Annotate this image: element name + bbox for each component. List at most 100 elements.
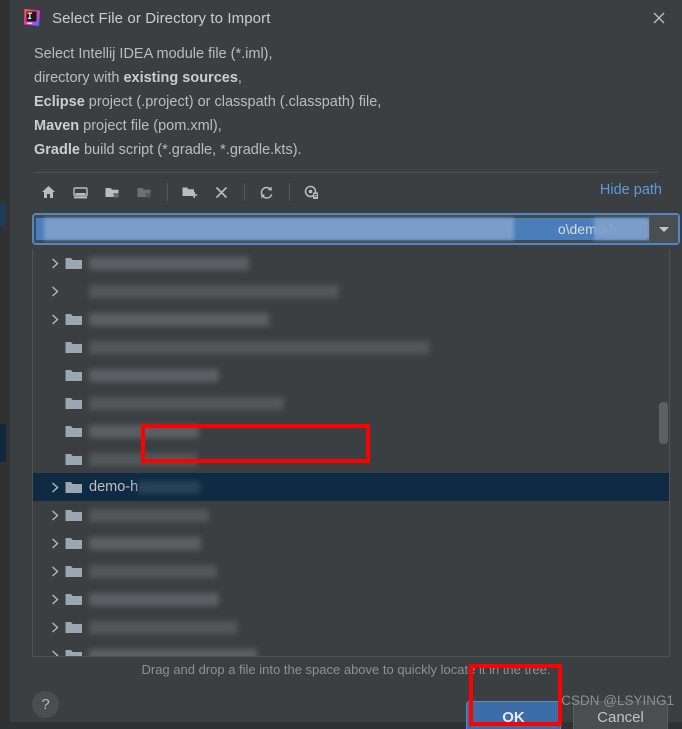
tree-row-label-redacted — [138, 480, 201, 494]
tree-row-label-redacted — [89, 396, 284, 410]
chevron-right-icon[interactable] — [47, 255, 63, 271]
tree-row-label-redacted — [89, 564, 217, 578]
tree-row[interactable] — [33, 249, 669, 277]
tree-row-label: demo-h — [89, 479, 139, 495]
tree-row[interactable] — [33, 333, 669, 361]
tree-row[interactable] — [33, 641, 669, 656]
tree-row[interactable] — [33, 529, 669, 557]
tree-row[interactable] — [33, 613, 669, 641]
description-line-1: Select Intellij IDEA module file (*.iml)… — [34, 46, 273, 62]
folder-icon — [65, 480, 83, 495]
dialog-description: Select Intellij IDEA module file (*.iml)… — [10, 36, 682, 162]
directory-tree[interactable]: demo-h — [33, 249, 669, 656]
description-line-2: directory with existing sources, — [34, 70, 242, 86]
tree-row[interactable] — [33, 417, 669, 445]
toolbar-separator-3 — [289, 183, 290, 201]
tree-row[interactable] — [33, 557, 669, 585]
tree-row[interactable] — [33, 501, 669, 529]
folder-icon — [65, 648, 83, 656]
close-icon[interactable] — [636, 0, 682, 36]
directory-tree-panel[interactable]: demo-h — [32, 249, 670, 657]
desktop-icon[interactable] — [66, 179, 94, 205]
drag-drop-hint: Drag and drop a file into the space abov… — [141, 662, 551, 677]
hide-path-link[interactable]: Hide path — [600, 182, 662, 198]
chevron-right-icon[interactable] — [47, 619, 63, 635]
toolbar-separator-1 — [167, 183, 168, 201]
import-dialog: Select File or Directory to Import Selec… — [10, 0, 682, 729]
folder-icon — [65, 564, 83, 579]
expand-folder-icon[interactable] — [98, 179, 126, 205]
description-line-3: Eclipse project (.project) or classpath … — [34, 94, 382, 110]
chevron-right-icon[interactable] — [47, 283, 63, 299]
tree-row-selected[interactable]: demo-h — [33, 473, 669, 501]
dialog-titlebar: Select File or Directory to Import — [10, 0, 682, 36]
tree-row-label-redacted — [89, 312, 269, 326]
folder-icon — [65, 396, 83, 411]
tree-scrollbar-thumb[interactable] — [659, 402, 668, 444]
path-redaction-right — [594, 218, 649, 240]
path-combobox[interactable]: o\demo-h — [32, 213, 680, 245]
description-line-5: Gradle build script (*.gradle, *.gradle.… — [34, 142, 302, 158]
tree-row[interactable] — [33, 361, 669, 389]
tree-row-label-redacted — [89, 340, 429, 354]
home-icon[interactable] — [34, 179, 62, 205]
chevron-right-icon[interactable] — [47, 339, 63, 355]
chevron-right-icon[interactable] — [47, 451, 63, 467]
ok-button[interactable]: OK — [466, 701, 561, 729]
folder-icon — [65, 452, 83, 467]
new-folder-icon[interactable] — [175, 179, 203, 205]
dialog-title: Select File or Directory to Import — [52, 9, 271, 27]
chevron-right-icon[interactable] — [47, 423, 63, 439]
tree-row[interactable] — [33, 445, 669, 473]
delete-icon[interactable] — [207, 179, 235, 205]
tree-row-label-redacted — [89, 256, 249, 270]
path-input[interactable]: o\demo-h — [34, 215, 649, 243]
chevron-right-icon[interactable] — [47, 395, 63, 411]
folder-icon — [65, 312, 83, 327]
tree-row-label-redacted — [89, 508, 209, 522]
folder-icon — [65, 256, 83, 271]
path-redaction-left — [44, 218, 514, 240]
tree-row-label-redacted — [89, 648, 257, 656]
tree-row-label-redacted — [89, 424, 199, 438]
path-combo-row: o\demo-h — [32, 213, 680, 245]
folder-icon — [65, 620, 83, 635]
tree-row[interactable] — [33, 277, 669, 305]
chevron-down-icon[interactable] — [649, 215, 678, 243]
chevron-right-icon[interactable] — [47, 563, 63, 579]
folder-icon — [65, 536, 83, 551]
chevron-right-icon[interactable] — [47, 311, 63, 327]
chevron-right-icon[interactable] — [47, 479, 63, 495]
folder-icon — [65, 592, 83, 607]
collapse-folder-icon[interactable] — [130, 179, 158, 205]
tree-row[interactable] — [33, 585, 669, 613]
refresh-icon[interactable] — [252, 179, 280, 205]
tree-row[interactable] — [33, 389, 669, 417]
folder-icon-placeholder — [65, 284, 83, 299]
chevron-right-icon[interactable] — [47, 507, 63, 523]
desktop-background-strip — [0, 0, 10, 729]
tree-row-label-redacted — [89, 452, 197, 466]
background-accent-upper — [0, 204, 6, 226]
tree-row-label-redacted — [89, 284, 339, 298]
chevron-right-icon[interactable] — [47, 591, 63, 607]
screenshot-root: Select File or Directory to Import Selec… — [0, 0, 682, 729]
intellij-idea-icon — [22, 8, 42, 28]
folder-icon — [65, 508, 83, 523]
tree-row-label-redacted — [89, 536, 201, 550]
tree-row-label-redacted — [89, 592, 219, 606]
tree-scrollbar[interactable] — [659, 250, 668, 655]
folder-icon — [65, 340, 83, 355]
watermark-text: CSDN @LSYING1 — [561, 693, 674, 708]
tree-row-label-redacted — [89, 620, 237, 634]
chevron-right-icon[interactable] — [47, 535, 63, 551]
tree-row-label-redacted — [89, 368, 219, 382]
chevron-right-icon[interactable] — [47, 367, 63, 383]
folder-icon — [65, 424, 83, 439]
help-button[interactable]: ? — [32, 691, 59, 718]
tree-row[interactable] — [33, 305, 669, 333]
show-hidden-files-icon[interactable] — [297, 179, 325, 205]
chevron-right-icon[interactable] — [47, 647, 63, 656]
dialog-footer: ? OK Cancel CSDN @LSYING1 — [10, 677, 682, 729]
background-accent-lower — [0, 424, 6, 462]
